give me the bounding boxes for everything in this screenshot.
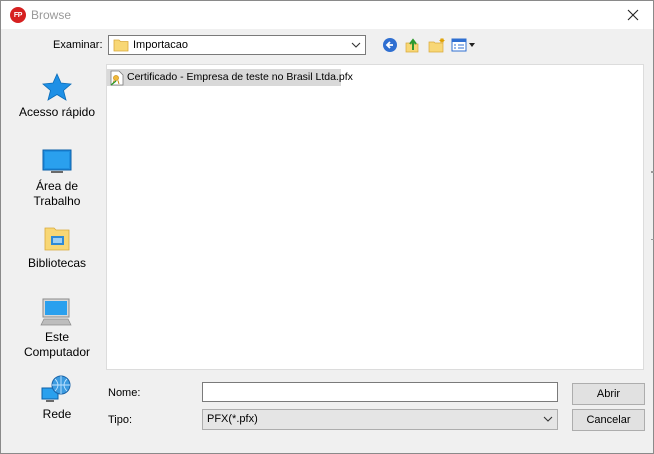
file-list[interactable]: Certificado - Empresa de teste no Brasil…	[106, 64, 644, 370]
up-folder-icon[interactable]	[404, 37, 420, 53]
place-quick-access[interactable]: Acesso rápido	[9, 72, 105, 120]
view-menu-icon[interactable]	[451, 37, 477, 53]
chevron-down-icon	[351, 42, 361, 48]
close-button[interactable]	[613, 1, 653, 29]
back-arrow-icon[interactable]	[382, 37, 398, 53]
place-label: Bibliotecas	[27, 256, 87, 270]
place-libraries[interactable]: Bibliotecas	[9, 223, 105, 271]
network-icon	[41, 375, 71, 402]
cancel-button[interactable]: Cancelar	[572, 409, 645, 431]
place-label: Área de Trabalho	[33, 179, 81, 208]
filename-input[interactable]	[202, 382, 558, 402]
places-bar: Acesso rápido Área de Trabalho Biblioteca…	[9, 64, 105, 434]
file-name: Certificado - Empresa de teste no Brasil…	[127, 71, 353, 83]
place-label: Este Computador	[23, 330, 91, 359]
lookin-value: Importacao	[133, 39, 189, 51]
browse-dialog: FP Browse Examinar: Importacao Acesso rá…	[0, 0, 654, 454]
place-desktop[interactable]: Área de Trabalho	[9, 148, 105, 209]
desktop-icon	[42, 149, 72, 173]
filetype-label: Tipo:	[108, 414, 133, 426]
folder-icon	[113, 39, 129, 52]
filetype-select[interactable]: PFX(*.pfx)	[202, 409, 558, 430]
computer-icon	[40, 298, 72, 326]
list-item[interactable]: Certificado - Empresa de teste no Brasil…	[107, 69, 353, 86]
lookin-label: Examinar:	[53, 39, 103, 51]
new-folder-icon[interactable]	[428, 37, 446, 53]
open-button[interactable]: Abrir	[572, 383, 645, 405]
close-icon	[627, 9, 639, 21]
place-network[interactable]: Rede	[9, 374, 105, 422]
lookin-combo[interactable]: Importacao	[108, 35, 366, 55]
filetype-value: PFX(*.pfx)	[207, 413, 258, 425]
place-label: Acesso rápido	[18, 105, 96, 119]
window-title: Browse	[31, 8, 72, 22]
certificate-file-icon	[110, 70, 124, 86]
filename-label: Nome:	[108, 387, 141, 399]
place-label: Rede	[42, 407, 72, 421]
place-this-pc[interactable]: Este Computador	[9, 297, 105, 360]
library-icon	[44, 227, 70, 251]
title-bar: FP Browse	[1, 1, 653, 29]
star-icon	[42, 73, 72, 101]
chevron-down-icon	[543, 416, 553, 422]
app-logo: FP	[10, 7, 26, 23]
